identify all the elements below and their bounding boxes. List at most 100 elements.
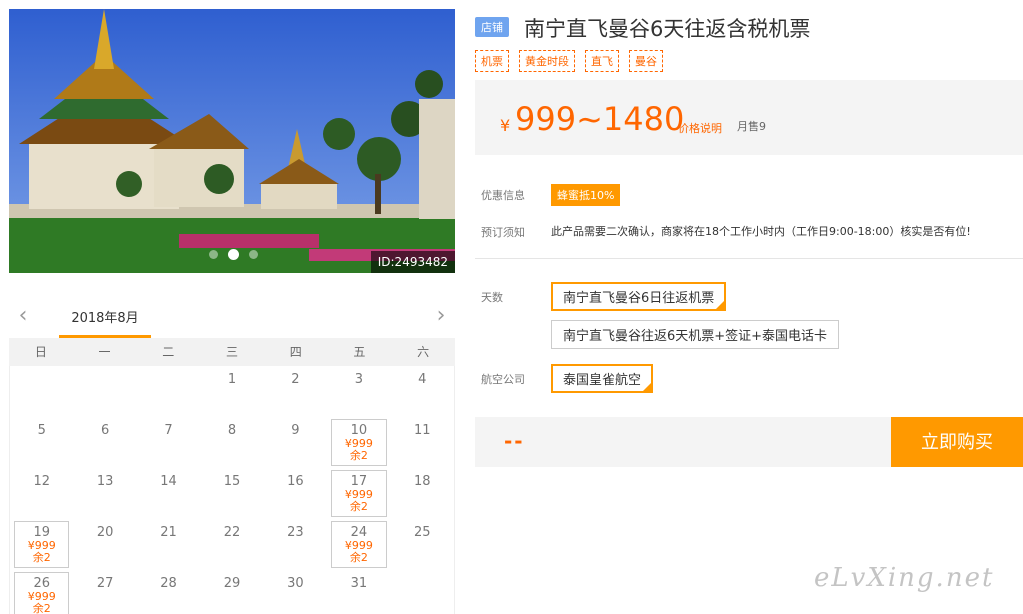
calendar-day-number: 4 — [418, 372, 427, 387]
weekday-label: 一 — [98, 345, 111, 359]
calendar-day-number: 26 — [33, 576, 50, 591]
calendar-day-number: 25 — [414, 525, 431, 540]
watermark-logo: eLvXing.net — [814, 563, 995, 593]
calendar-day: 30 — [264, 570, 327, 614]
tag-item: 直飞 — [585, 50, 619, 72]
calendar-day-available[interactable]: 17 ¥999 余2 — [331, 470, 387, 517]
product-tags: 机票 黄金时段 直飞 曼谷 — [475, 50, 663, 72]
calendar-day-number: 18 — [414, 474, 431, 489]
calendar-day-number: 10 — [350, 423, 368, 438]
calendar-day: 14 — [137, 468, 200, 519]
photo-id-label: ID:2493482 — [370, 251, 455, 273]
shop-badge[interactable]: 店铺 — [475, 17, 509, 37]
product-title: 南宁直飞曼谷6天往返含税机票 — [524, 17, 811, 41]
days-option-2[interactable]: 南宁直飞曼谷往返6天机票+签证+泰国电话卡 — [551, 320, 840, 349]
divider — [475, 258, 1023, 259]
carousel-dot-2[interactable] — [228, 249, 239, 260]
calendar-day: 9 — [264, 417, 327, 468]
calendar-day-number: 12 — [33, 474, 50, 489]
calendar-day-number: 15 — [223, 474, 241, 489]
calendar-day-number: 11 — [414, 423, 431, 438]
airline-label: 航空公司 — [481, 373, 525, 386]
carousel-dots — [209, 249, 258, 260]
calendar-empty-cell — [73, 366, 136, 417]
carousel-dot-3[interactable] — [249, 250, 258, 259]
calendar-day: 1 — [200, 366, 263, 417]
calendar-day: 6 — [73, 417, 136, 468]
price-explanation-link[interactable]: 价格说明 — [678, 120, 722, 136]
calendar-day-number: 1 — [227, 372, 237, 387]
calendar-month-label: 2018年8月 — [59, 300, 151, 338]
calendar-day: 12 — [10, 468, 73, 519]
calendar-day: 15 — [200, 468, 263, 519]
product-photo-carousel[interactable]: ID:2493482 — [9, 9, 455, 273]
calendar-day-number: 20 — [96, 525, 114, 540]
airline-option-1[interactable]: 泰国皇雀航空 — [551, 364, 654, 393]
calendar-day-number: 23 — [287, 525, 304, 540]
calendar-day: 28 — [137, 570, 200, 614]
calendar-day-number: 24 — [350, 525, 368, 540]
days-option-1[interactable]: 南宁直飞曼谷6日往返机票 — [551, 282, 727, 311]
calendar-day: 16 — [264, 468, 327, 519]
price-range: 999~1480 — [515, 100, 685, 138]
calendar-day-number: 9 — [291, 423, 300, 438]
weekday-label: 六 — [417, 345, 430, 359]
calendar-day-number: 14 — [160, 474, 177, 489]
calendar-day-number: 5 — [37, 423, 46, 438]
calendar-day: 8 — [200, 417, 263, 468]
calendar-day: 31 — [327, 570, 390, 614]
calendar-day: 29 — [200, 570, 263, 614]
price-panel: ¥ 999~1480 价格说明 月售9 — [475, 80, 1023, 155]
calendar-empty-cell — [10, 366, 73, 417]
calendar-day-remaining: 余2 — [349, 449, 368, 462]
carousel-dot-1[interactable] — [209, 250, 218, 259]
calendar-day: 27 — [73, 570, 136, 614]
calendar-day: 18 — [391, 468, 454, 519]
selected-price: -- — [504, 429, 525, 453]
notice-label: 预订须知 — [481, 226, 525, 239]
calendar-day-number: 16 — [287, 474, 304, 489]
next-month-chevron-icon[interactable]: › — [431, 305, 451, 327]
calendar-day-remaining: 余2 — [32, 551, 51, 564]
tag-item: 黄金时段 — [519, 50, 575, 72]
calendar-day-number: 19 — [33, 525, 50, 540]
promo-label: 优惠信息 — [481, 189, 525, 202]
calendar-day-number: 17 — [350, 474, 368, 489]
calendar-header: ‹ 2018年8月 › — [9, 300, 455, 338]
calendar-day: 2 — [264, 366, 327, 417]
calendar-empty-cell — [137, 366, 200, 417]
days-label: 天数 — [481, 291, 503, 304]
calendar-day: 20 — [73, 519, 136, 570]
calendar-day: 23 — [264, 519, 327, 570]
calendar-day: 7 — [137, 417, 200, 468]
calendar-day-remaining: 余2 — [32, 602, 51, 614]
calendar-day: 11 — [391, 417, 454, 468]
calendar-day-available[interactable]: 24 ¥999 余2 — [331, 521, 387, 568]
calendar-day-number: 31 — [350, 576, 368, 591]
calendar-day-remaining: 余2 — [349, 551, 368, 564]
booking-notice: 此产品需要二次确认，商家将在18个工作小时内（工作日9:00-18:00）核实是… — [551, 225, 971, 238]
calendar-day-available[interactable]: 19 ¥999 余2 — [14, 521, 70, 568]
calendar-day: 25 — [391, 519, 454, 570]
calendar-day: 3 — [327, 366, 390, 417]
calendar-day-number: 8 — [227, 423, 237, 438]
calendar-day-available[interactable]: 10 ¥999 余2 — [331, 419, 387, 466]
calendar-day-number: 3 — [354, 372, 363, 387]
calendar-day: 22 — [200, 519, 263, 570]
calendar-day: 13 — [73, 468, 136, 519]
calendar-grid: 1 2 3 4 5 6 7 8 9 10 ¥999 余2 11 12 13 14 15 16 17 ¥999 余2 18 1… — [9, 366, 455, 614]
weekday-label: 日 — [34, 345, 47, 359]
weekday-label: 五 — [353, 345, 366, 359]
weekday-label: 四 — [289, 345, 302, 359]
buy-now-button[interactable]: 立即购买 — [891, 417, 1023, 467]
prev-month-chevron-icon[interactable]: ‹ — [13, 305, 33, 327]
promo-badge: 蜂蜜抵10% — [551, 184, 621, 206]
weekday-label: 三 — [225, 345, 238, 359]
calendar-day-number: 22 — [223, 525, 241, 540]
calendar-day-number: 13 — [96, 474, 114, 489]
calendar-day-available[interactable]: 26 ¥999 余2 — [14, 572, 70, 614]
tag-item: 机票 — [475, 50, 509, 72]
calendar-day-number: 30 — [287, 576, 304, 591]
temple-photo — [9, 9, 455, 273]
weekday-label: 二 — [162, 345, 175, 359]
